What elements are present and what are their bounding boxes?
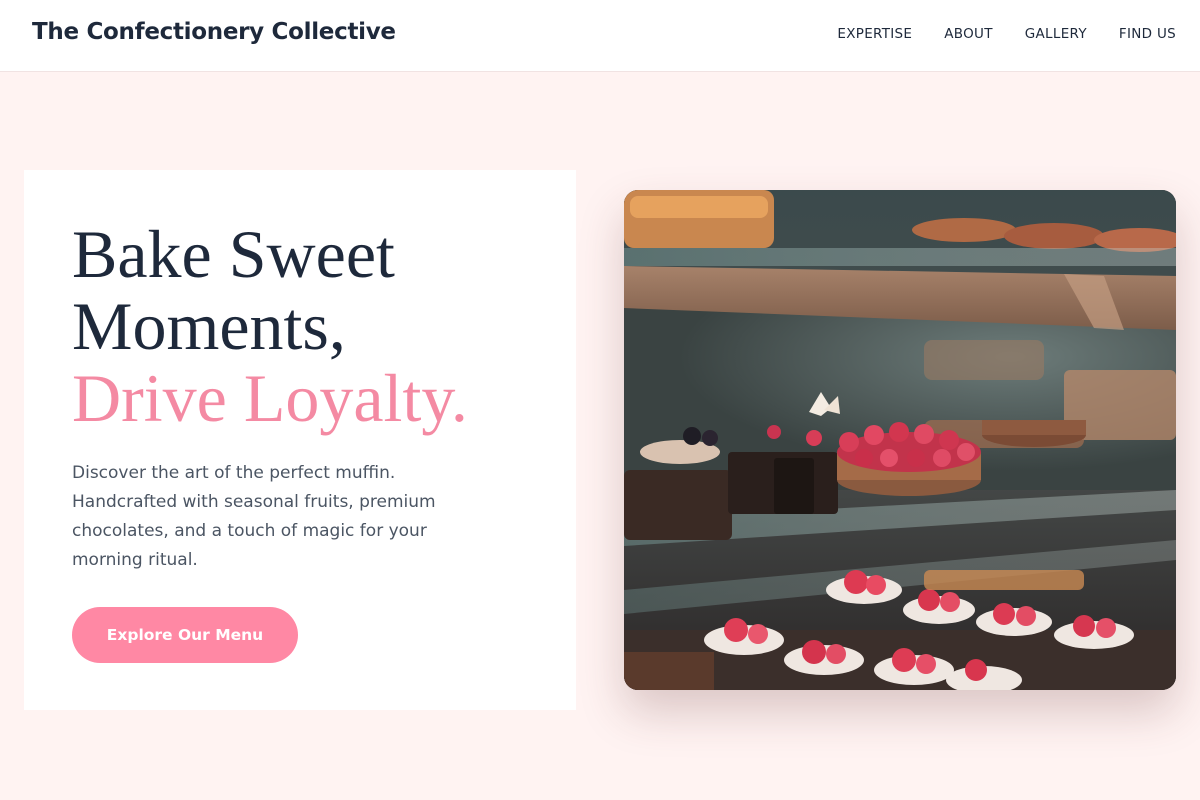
headline-line-1: Bake Sweet [72,216,395,292]
nav-link-find-us[interactable]: FIND US [1119,26,1176,42]
top-navbar: The Confectionery Collective EXPERTISE A… [0,0,1200,72]
hero-headline: Bake Sweet Moments, Drive Loyalty. [72,218,468,434]
explore-menu-button[interactable]: Explore Our Menu [72,607,298,663]
brand-logo-text[interactable]: The Confectionery Collective [32,19,396,45]
nav-link-about[interactable]: ABOUT [944,26,993,42]
nav-link-gallery[interactable]: GALLERY [1025,26,1087,42]
nav-link-expertise[interactable]: EXPERTISE [837,26,912,42]
pastry-photo-illustration [624,190,1176,690]
headline-line-2: Moments, [72,288,346,364]
main-nav: EXPERTISE ABOUT GALLERY FIND US [837,26,1176,42]
hero-card: Bake Sweet Moments, Drive Loyalty. Disco… [24,170,576,710]
headline-accent: Drive Loyalty. [72,360,468,436]
hero-description: Discover the art of the perfect muffin. … [72,463,436,570]
pastry-display-photo [624,190,1176,690]
